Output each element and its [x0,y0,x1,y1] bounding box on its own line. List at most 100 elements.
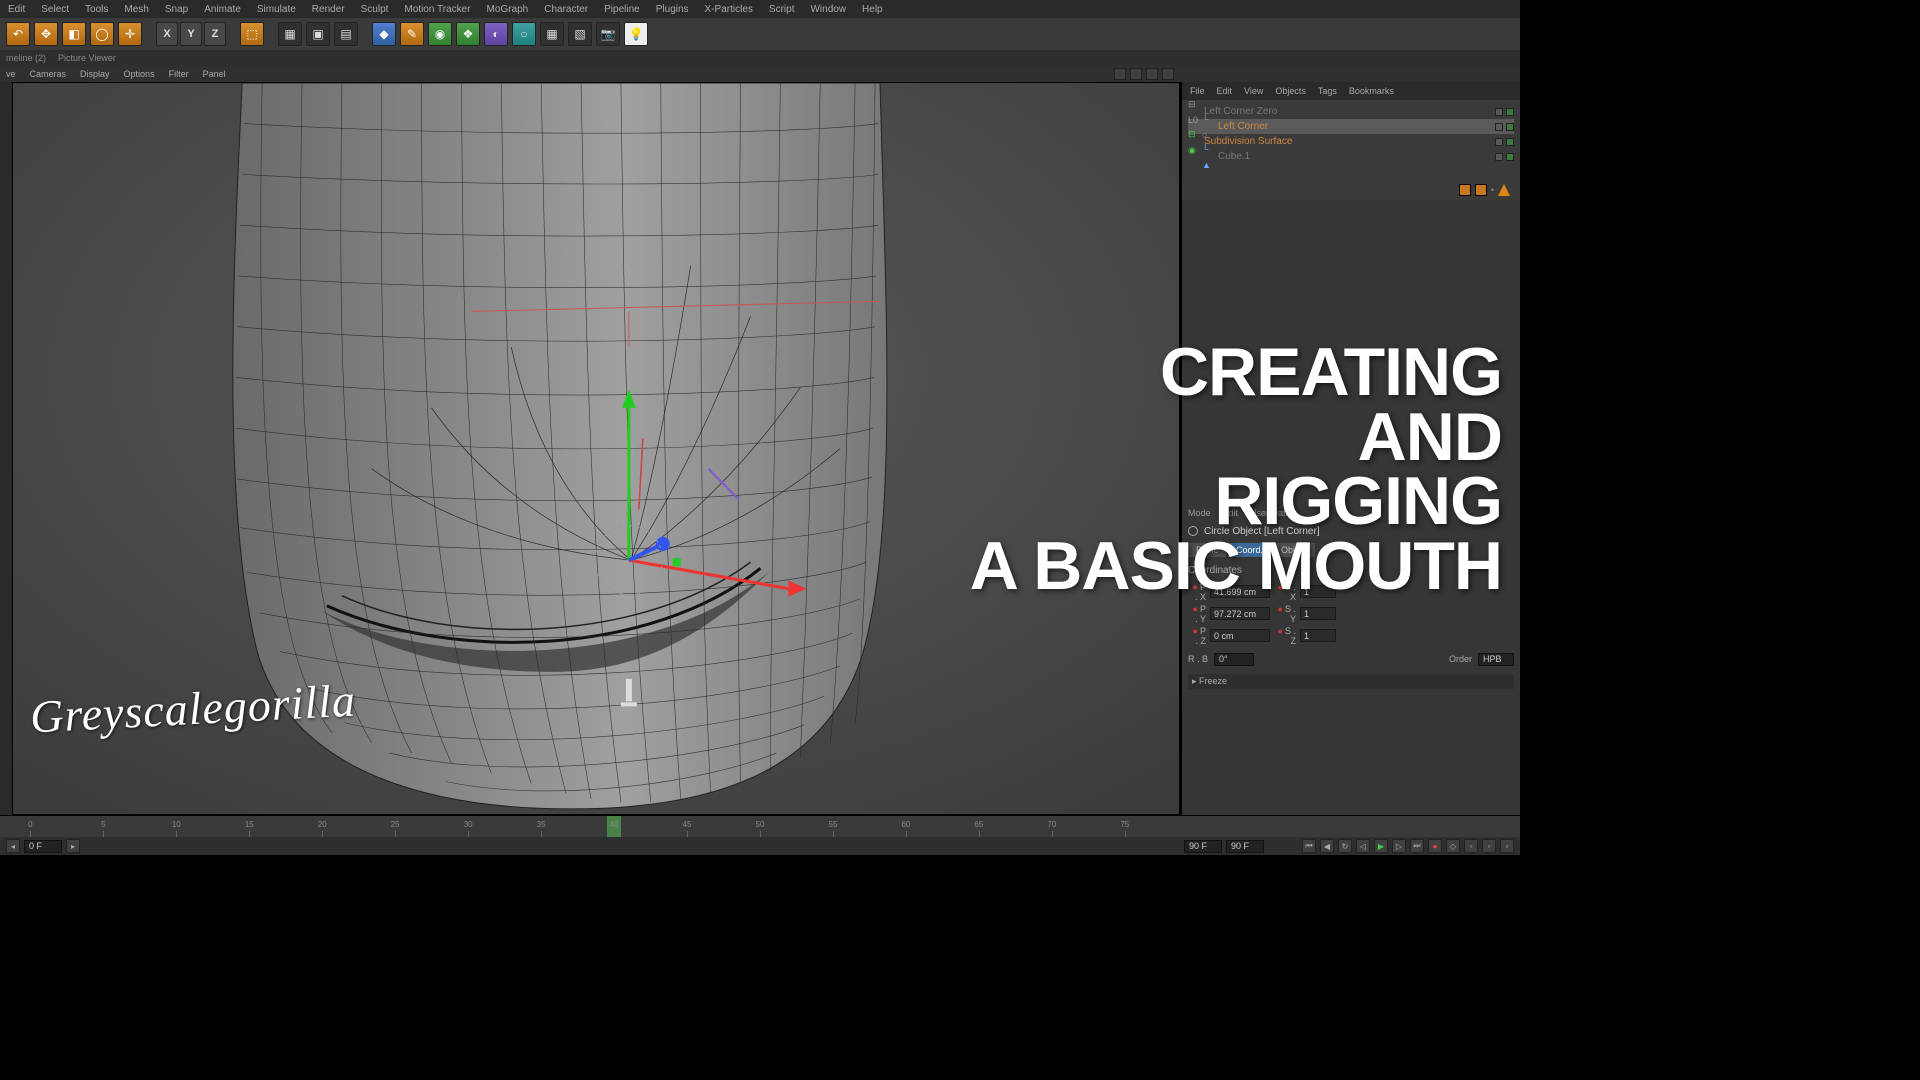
menu-item[interactable]: Simulate [257,4,296,15]
viewport-nav-icon[interactable] [1114,68,1126,80]
viewport-nav-icon[interactable] [1130,68,1142,80]
axis-z-button[interactable]: Z [204,22,226,46]
view-menu-item[interactable]: Display [80,69,110,79]
prev-frame-icon[interactable]: ◀ [1320,839,1334,853]
key-rot-icon[interactable]: ▫ [1482,839,1496,853]
main-toolbar: ↶ ✥ ◧ ◯ ✛ X Y Z ⬚ ▦ ▣ ▤ ◆ ✎ ◉ ❖ ◐ ○ ▦ ▧ … [0,18,1520,50]
om-menu-item[interactable]: View [1244,86,1263,96]
tl-range-field[interactable] [1226,840,1264,853]
manager-tabs: meline (2) Picture Viewer [0,50,1520,66]
coord-system-icon[interactable]: ⬚ [240,22,264,46]
menu-item[interactable]: X-Particles [705,4,753,15]
goto-end-icon[interactable]: ⏭ [1410,839,1424,853]
axis-x-button[interactable]: X [156,22,178,46]
rotate-icon[interactable]: ◯ [90,22,114,46]
om-item-left-corner-zero[interactable]: ⊟ L0 Left Corner Zero [1188,104,1514,119]
view-menu-item[interactable]: Options [124,69,155,79]
om-label: Subdivision Surface [1204,134,1292,150]
menu-item[interactable]: Tools [85,4,108,15]
menu-item[interactable]: MoGraph [487,4,529,15]
deformer-icon[interactable]: ❖ [456,22,480,46]
view-menu-item[interactable]: ve [6,69,16,79]
om-item-subdivision-surface[interactable]: ⊟ ◉ Subdivision Surface [1188,134,1514,149]
menu-item[interactable]: Mesh [124,4,148,15]
next-frame-icon[interactable]: ▷ [1392,839,1406,853]
menu-item[interactable]: Pipeline [604,4,640,15]
menu-item[interactable]: Render [312,4,345,15]
menu-item[interactable]: Edit [8,4,25,15]
tl-step-back-icon[interactable]: ▸ [66,839,80,853]
timeline-ruler[interactable]: 051015202530354045505560657075 [0,816,1520,837]
tab-picture-viewer[interactable]: Picture Viewer [58,53,116,63]
tab-timeline[interactable]: meline (2) [6,53,46,63]
floor-icon[interactable]: ▧ [568,22,592,46]
spline-pen-icon[interactable]: ✎ [400,22,424,46]
tag-icon[interactable] [1459,184,1471,196]
viewport-nav-icon[interactable] [1162,68,1174,80]
title-line: Rigging [970,469,1502,534]
om-menu-item[interactable]: Objects [1275,86,1306,96]
menu-item[interactable]: Animate [204,4,241,15]
record-icon[interactable]: ● [1428,839,1442,853]
environment-icon[interactable]: ◐ [484,22,508,46]
loop-icon[interactable]: ↻ [1338,839,1352,853]
menu-item[interactable]: Motion Tracker [404,4,470,15]
om-menu-item[interactable]: Tags [1318,86,1337,96]
menu-item[interactable]: Character [544,4,588,15]
move-icon[interactable]: ✥ [34,22,58,46]
view-menu-item[interactable]: Cameras [30,69,67,79]
render-region-icon[interactable]: ▣ [306,22,330,46]
movie-icon[interactable]: 📷 [596,22,620,46]
menu-item[interactable]: Plugins [656,4,689,15]
input-sy[interactable] [1300,607,1336,620]
om-menu-item[interactable]: Edit [1217,86,1233,96]
bulb-icon[interactable]: 💡 [624,22,648,46]
input-py[interactable] [1210,607,1270,620]
play-icon[interactable]: ▶ [1374,839,1388,853]
axis-y-button[interactable]: Y [180,22,202,46]
order-select[interactable] [1478,653,1514,666]
tl-current-field[interactable] [1184,840,1222,853]
input-pz[interactable] [1210,629,1270,642]
light-icon[interactable]: ▦ [540,22,564,46]
om-item-left-corner[interactable]: └ ○ Left Corner [1188,119,1514,134]
viewport-nav-icon[interactable] [1146,68,1158,80]
tag-icon[interactable] [1475,184,1487,196]
object-manager-tree[interactable]: ⊟ L0 Left Corner Zero └ ○ Left Corner ⊟ … [1182,100,1520,180]
menu-item[interactable]: Sculpt [361,4,389,15]
key-scale-icon[interactable]: ▫ [1500,839,1514,853]
om-menu-item[interactable]: File [1190,86,1205,96]
input-rb[interactable] [1214,653,1254,666]
label-sy: S . Y [1274,604,1296,624]
om-menu-item[interactable]: Bookmarks [1349,86,1394,96]
view-menu-item[interactable]: Panel [203,69,226,79]
dot-icon: • [1491,185,1494,195]
render-view-icon[interactable]: ▦ [278,22,302,46]
menu-item[interactable]: Window [810,4,846,15]
tl-start-field[interactable] [24,840,62,853]
menu-item[interactable]: Snap [165,4,188,15]
menu-item[interactable]: Select [41,4,69,15]
key-pos-icon[interactable]: ▫ [1464,839,1478,853]
om-label: Left Corner [1218,119,1268,135]
warning-icon[interactable] [1498,184,1510,196]
scale-icon[interactable]: ✛ [118,22,142,46]
tl-prev-key-icon[interactable]: ◂ [6,839,20,853]
input-sz[interactable] [1300,629,1336,642]
om-tags-row: • [1182,180,1520,200]
menu-item[interactable]: Script [769,4,795,15]
select-icon[interactable]: ◧ [62,22,86,46]
goto-start-icon[interactable]: ⏮ [1302,839,1316,853]
play-back-icon[interactable]: ◁ [1356,839,1370,853]
primitive-cube-icon[interactable]: ◆ [372,22,396,46]
undo-icon[interactable]: ↶ [6,22,30,46]
menu-item[interactable]: Help [862,4,883,15]
camera-icon[interactable]: ○ [512,22,536,46]
generator-icon[interactable]: ◉ [428,22,452,46]
om-item-cube1[interactable]: └ ▲ Cube.1 [1188,149,1514,164]
left-tool-strip [0,82,12,815]
freeze-row[interactable]: ▸ Freeze [1188,674,1514,689]
autokey-icon[interactable]: ◇ [1446,839,1460,853]
view-menu-item[interactable]: Filter [169,69,189,79]
render-settings-icon[interactable]: ▤ [334,22,358,46]
